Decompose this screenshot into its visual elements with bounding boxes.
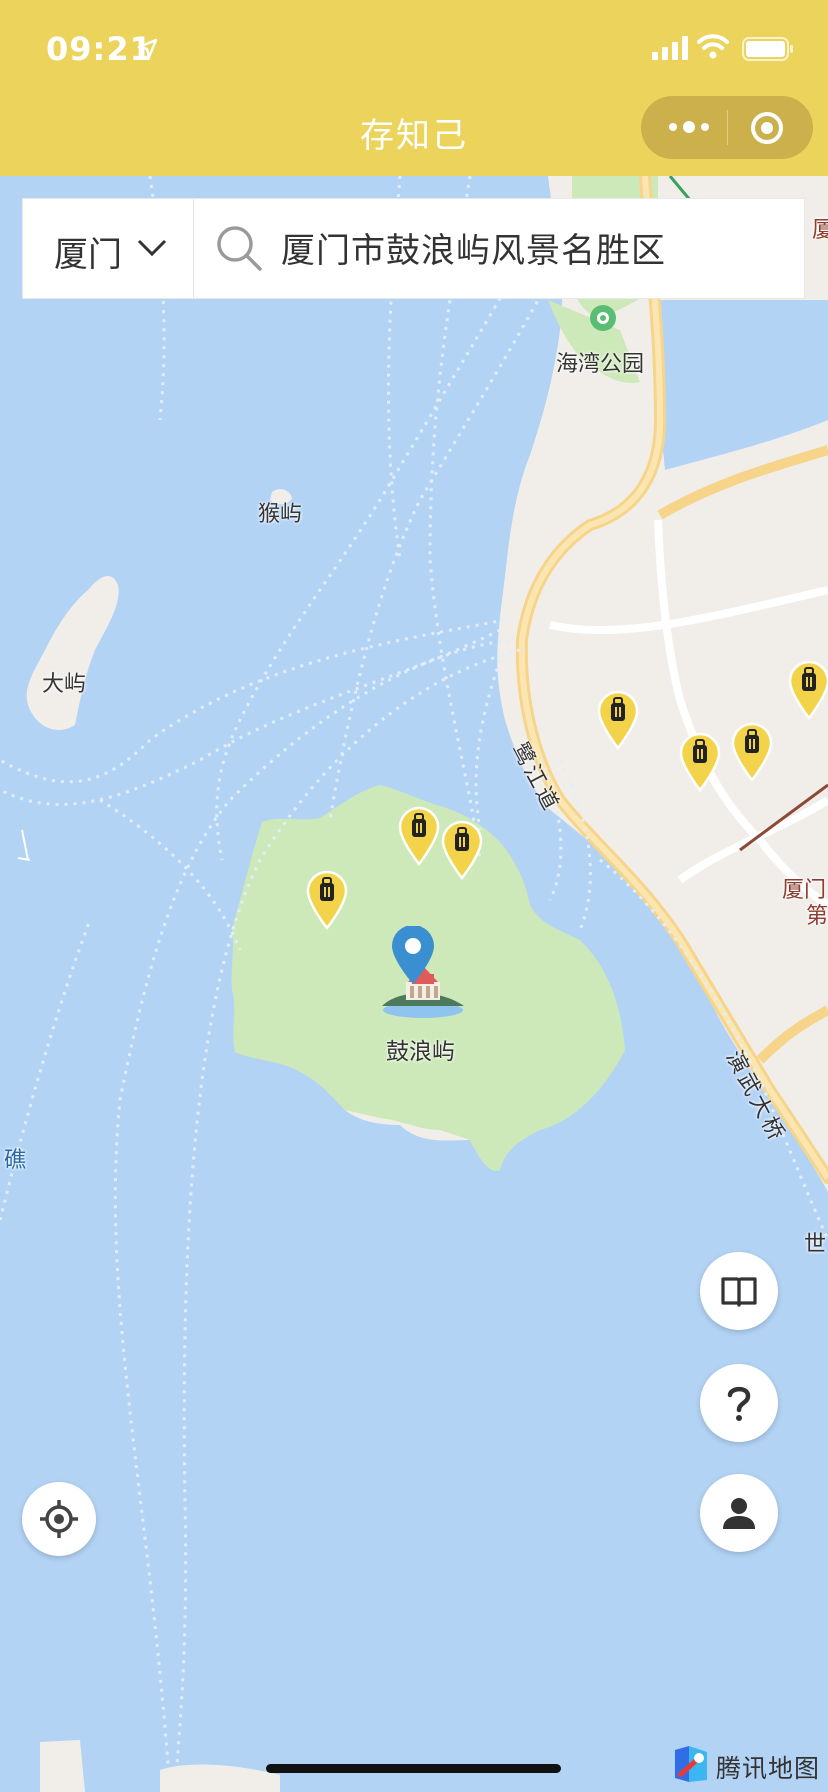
close-icon[interactable] <box>749 110 785 146</box>
map-label-bay-park: 海湾公园 <box>556 352 645 377</box>
search-bar: 厦门 厦门市鼓浪屿风景名胜区 <box>22 198 805 299</box>
luggage-pin-icon[interactable] <box>305 870 349 930</box>
map-view[interactable]: 海湾公园 猴屿 大屿 鼓浪屿 鹭江道 演武大桥 厦门 第 礁 世 厦 <box>0 176 828 1792</box>
luggage-pin-icon[interactable] <box>596 690 640 750</box>
status-bar: 09:21 <box>0 0 828 100</box>
capsule-menu <box>641 96 813 159</box>
capsule-divider <box>727 110 728 145</box>
park-icon <box>590 305 616 331</box>
wifi-icon <box>697 34 729 59</box>
map-label-reef: 礁 <box>4 1148 27 1173</box>
locate-icon <box>40 1500 78 1538</box>
map-label-xiamen-first-2: 第 <box>806 904 828 929</box>
map-label-dayu: 大屿 <box>42 672 87 697</box>
search-input[interactable]: 厦门市鼓浪屿风景名胜区 <box>281 223 666 272</box>
map-label-xia: 厦 <box>812 218 828 243</box>
user-icon <box>723 1498 755 1529</box>
luggage-pin-icon[interactable] <box>787 660 828 720</box>
home-indicator[interactable] <box>266 1764 561 1773</box>
luggage-pin-icon[interactable] <box>440 820 484 880</box>
map-label-shi: 世 <box>804 1232 827 1257</box>
more-icon[interactable] <box>663 111 715 143</box>
luggage-pin-icon[interactable] <box>678 732 722 792</box>
map-label-houyu: 猴屿 <box>258 502 303 527</box>
map-provider-label: 腾讯地图 <box>716 1754 821 1783</box>
map-label-gulangyu: 鼓浪屿 <box>386 1039 455 1065</box>
book-icon <box>721 1277 757 1307</box>
destination-pin-icon[interactable] <box>378 926 468 1022</box>
battery-icon <box>742 37 793 61</box>
search-icon <box>217 226 262 271</box>
help-button[interactable] <box>700 1364 778 1442</box>
signal-icon <box>652 36 688 60</box>
location-arrow-icon <box>137 38 158 59</box>
city-selector[interactable]: 厦门 <box>23 199 194 298</box>
help-icon <box>727 1386 751 1421</box>
tencent-map-logo-icon <box>675 1746 707 1782</box>
luggage-pin-icon[interactable] <box>397 806 441 866</box>
guide-button[interactable] <box>700 1252 778 1330</box>
chevron-down-icon <box>137 239 167 257</box>
locate-button[interactable] <box>22 1482 96 1556</box>
user-center-button[interactable] <box>700 1474 778 1552</box>
luggage-pin-icon[interactable] <box>730 722 774 782</box>
city-label: 厦门 <box>54 235 122 275</box>
